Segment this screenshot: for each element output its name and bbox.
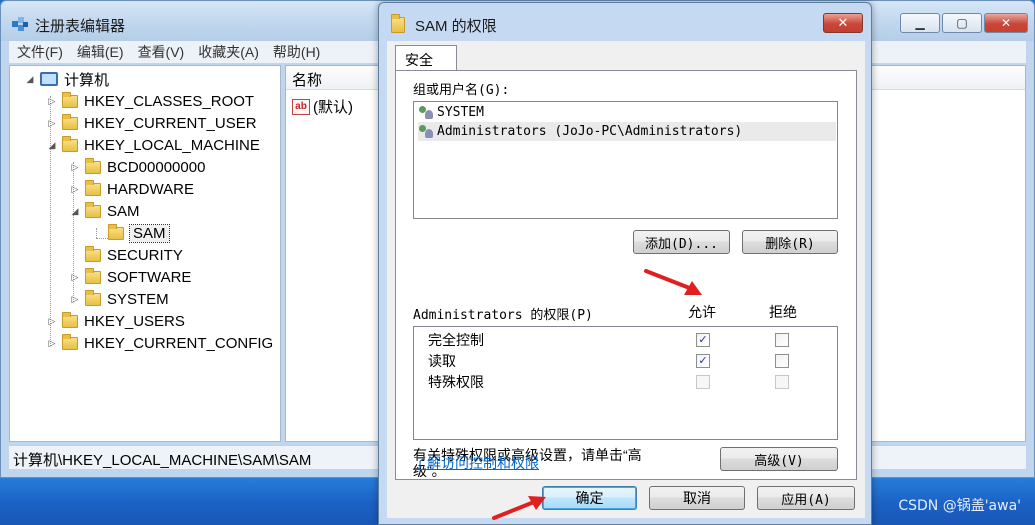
folder-icon xyxy=(62,311,78,328)
tree-item-hkey-local-machine[interactable]: ◢ HKEY_LOCAL_MACHINE xyxy=(46,134,260,156)
tree-item-hardware[interactable]: ▷ HARDWARE xyxy=(69,178,194,200)
tree-item-hkey-classes-root[interactable]: ▷ HKEY_CLASSES_ROOT xyxy=(46,90,254,112)
collapse-icon[interactable]: ◢ xyxy=(24,74,36,85)
dialog-title: SAM 的权限 xyxy=(415,18,497,35)
ok-button[interactable]: 确定 xyxy=(542,486,637,510)
deny-header: 拒绝 xyxy=(769,304,797,320)
regedit-app-icon xyxy=(12,17,28,31)
maximize-button[interactable]: ▢ xyxy=(942,13,982,33)
deny-special-checkbox xyxy=(775,375,789,389)
tree-item-computer[interactable]: ◢ 计算机 xyxy=(24,68,109,90)
tree-guide xyxy=(96,238,108,239)
folder-icon xyxy=(85,201,101,218)
allow-full-control-checkbox[interactable]: ✓ xyxy=(696,333,710,347)
close-icon: ✕ xyxy=(837,15,849,30)
registry-tree[interactable]: ◢ 计算机 ▷ HKEY_CLASSES_ROOT ▷ HKEY_CURRENT… xyxy=(9,65,281,442)
string-value-icon: ab xyxy=(292,98,310,115)
list-item-administrators[interactable]: Administrators (JoJo-PC\Administrators) xyxy=(418,122,836,141)
allow-special-checkbox xyxy=(696,375,710,389)
tree-item-software[interactable]: ▷ SOFTWARE xyxy=(69,266,191,288)
menu-help[interactable]: 帮助(H) xyxy=(273,42,320,62)
add-button[interactable]: 添加(D)... xyxy=(633,230,730,254)
menu-favorites[interactable]: 收藏夹(A) xyxy=(198,42,259,62)
close-button[interactable]: ✕ xyxy=(984,13,1028,33)
dialog-body: 安全 组或用户名(G): SYSTEM Administrators (JoJo… xyxy=(387,41,865,518)
annotation-arrow xyxy=(492,496,546,520)
expand-icon[interactable]: ▷ xyxy=(46,96,58,107)
tree-item-security[interactable]: SECURITY xyxy=(85,244,183,266)
computer-icon xyxy=(40,72,58,86)
allow-read-checkbox[interactable]: ✓ xyxy=(696,354,710,368)
minimize-icon: ▁ xyxy=(915,16,925,30)
user-group-icon xyxy=(418,124,434,139)
folder-icon xyxy=(62,135,78,152)
expand-icon[interactable]: ▷ xyxy=(69,294,81,305)
advanced-button[interactable]: 高级(V) xyxy=(720,447,838,471)
tree-item-sam[interactable]: ◢ SAM xyxy=(69,200,140,222)
menu-edit[interactable]: 编辑(E) xyxy=(77,42,124,62)
tab-security[interactable]: 安全 xyxy=(395,45,457,71)
tree-item-hkey-users[interactable]: ▷ HKEY_USERS xyxy=(46,310,185,332)
permissions-label: Administrators 的权限(P) xyxy=(413,308,593,323)
annotation-arrow xyxy=(644,269,702,295)
folder-icon xyxy=(85,157,101,174)
list-item-system[interactable]: SYSTEM xyxy=(418,103,836,122)
folder-icon xyxy=(85,289,101,306)
perm-special: 特殊权限 xyxy=(428,374,484,390)
user-list[interactable]: SYSTEM Administrators (JoJo-PC\Administr… xyxy=(413,101,838,219)
learn-access-control-link[interactable]: 了解访问控制和权限 xyxy=(413,453,539,473)
expand-icon[interactable]: ▷ xyxy=(46,338,58,349)
tree-guide xyxy=(96,228,97,238)
user-group-icon xyxy=(418,105,434,120)
watermark: CSDN @锅盖'awa' xyxy=(898,498,1021,514)
group-or-user-label: 组或用户名(G): xyxy=(413,83,510,98)
maximize-icon: ▢ xyxy=(956,16,968,30)
allow-header: 允许 xyxy=(688,304,716,320)
expand-icon[interactable]: ▷ xyxy=(46,118,58,129)
folder-icon xyxy=(62,113,78,130)
folder-icon xyxy=(62,333,78,350)
cancel-button[interactable]: 取消 xyxy=(649,486,745,510)
deny-read-checkbox[interactable] xyxy=(775,354,789,368)
expand-icon[interactable]: ▷ xyxy=(69,184,81,195)
permissions-list: 完全控制 ✓ 读取 ✓ 特殊权限 xyxy=(413,326,838,440)
remove-button[interactable]: 删除(R) xyxy=(742,230,838,254)
folder-icon xyxy=(62,91,78,108)
folder-icon xyxy=(85,267,101,284)
folder-icon xyxy=(85,245,101,262)
deny-full-control-checkbox[interactable] xyxy=(775,333,789,347)
collapse-icon[interactable]: ◢ xyxy=(46,140,58,151)
menu-file[interactable]: 文件(F) xyxy=(17,42,63,62)
tree-item-hkey-current-config[interactable]: ▷ HKEY_CURRENT_CONFIG xyxy=(46,332,273,354)
apply-button[interactable]: 应用(A) xyxy=(757,486,855,510)
menu-view[interactable]: 查看(V) xyxy=(138,42,185,62)
folder-icon xyxy=(391,14,411,33)
close-icon: ✕ xyxy=(1000,16,1012,30)
minimize-button[interactable]: ▁ xyxy=(900,13,940,33)
tree-item-bcd[interactable]: ▷ BCD00000000 xyxy=(69,156,205,178)
tree-item-system[interactable]: ▷ SYSTEM xyxy=(69,288,169,310)
dialog-close-button[interactable]: ✕ xyxy=(823,13,863,33)
expand-icon[interactable]: ▷ xyxy=(69,162,81,173)
folder-icon xyxy=(85,179,101,196)
regedit-title: 注册表编辑器 xyxy=(35,18,126,35)
permissions-dialog: SAM 的权限 ✕ 安全 组或用户名(G): SYSTEM Administra… xyxy=(378,2,872,525)
folder-icon xyxy=(108,223,124,240)
perm-read: 读取 xyxy=(428,353,456,369)
perm-full-control: 完全控制 xyxy=(428,332,484,348)
expand-icon[interactable]: ▷ xyxy=(46,316,58,327)
collapse-icon[interactable]: ◢ xyxy=(69,206,81,217)
value-row-default[interactable]: ab (默认) xyxy=(292,96,353,117)
security-tab-panel: 组或用户名(G): SYSTEM Administrators (JoJo-PC… xyxy=(395,70,857,480)
tree-item-sam-sam[interactable]: SAM xyxy=(108,222,170,244)
expand-icon[interactable]: ▷ xyxy=(69,272,81,283)
tree-item-hkey-current-user[interactable]: ▷ HKEY_CURRENT_USER xyxy=(46,112,257,134)
